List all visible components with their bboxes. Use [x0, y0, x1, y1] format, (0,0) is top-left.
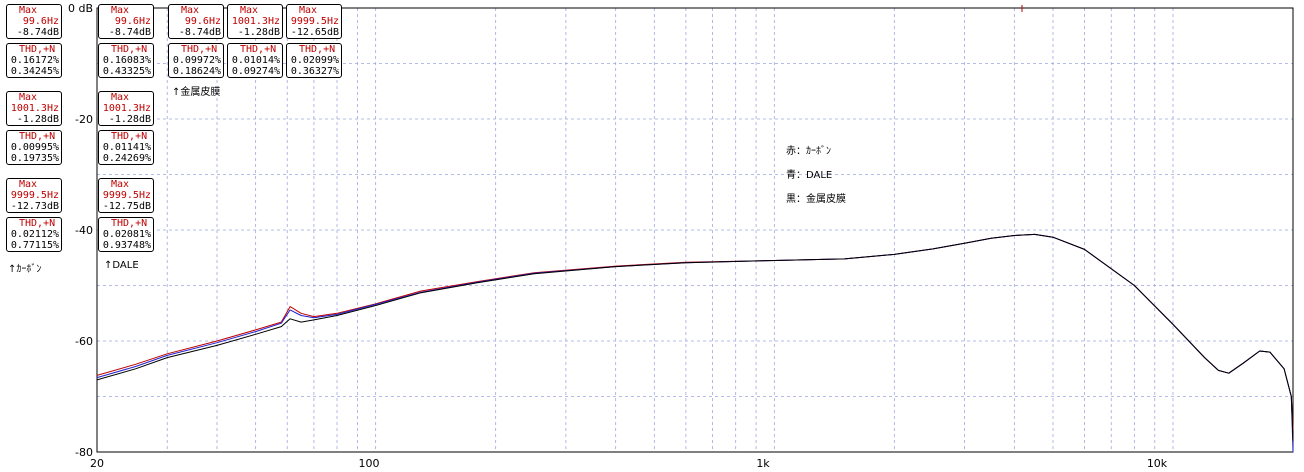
- metal-max-1khz-box: Max 1001.3Hz -1.28dB: [227, 4, 283, 39]
- dale-thd-100hz-box: THD,+N 0.16083% 0.43325%: [98, 43, 154, 78]
- box-value: 0.36327%: [290, 66, 339, 77]
- legend-entry-metal: 黒：金属皮膜: [786, 194, 846, 205]
- box-header: Max: [111, 5, 130, 16]
- series-layer: [96, 233, 1294, 453]
- box-value: -1.28dB: [237, 27, 280, 38]
- carbon-thd-1khz-box: THD,+N 0.00995% 0.19735%: [6, 130, 62, 165]
- box-value: 9999.5Hz: [290, 16, 339, 27]
- box-value: 0.01014%: [231, 55, 280, 66]
- box-value: 0.24269%: [102, 153, 151, 164]
- box-header: THD,+N: [19, 44, 56, 55]
- metal-max-10khz-box: Max 9999.5Hz -12.65dB: [286, 4, 342, 39]
- box-value: 99.6Hz: [114, 16, 151, 27]
- box-header: Max: [181, 5, 200, 16]
- box-value: 0.02081%: [102, 229, 151, 240]
- box-value: 9999.5Hz: [102, 190, 151, 201]
- box-value: 0.00995%: [10, 142, 59, 153]
- box-value: -8.74dB: [178, 27, 221, 38]
- box-value: 0.01141%: [102, 142, 151, 153]
- box-value: -12.73dB: [10, 201, 59, 212]
- box-value: -12.65dB: [290, 27, 339, 38]
- box-header: THD,+N: [19, 131, 56, 142]
- box-value: -8.74dB: [16, 27, 59, 38]
- box-value: 0.77115%: [10, 240, 59, 251]
- dale-max-100hz-box: Max 99.6Hz -8.74dB: [98, 4, 154, 39]
- metal-thd-100hz-box: THD,+N 0.09972% 0.18624%: [168, 43, 224, 78]
- box-value: 1001.3Hz: [102, 103, 151, 114]
- box-header: Max: [19, 92, 38, 103]
- series-line-1: [96, 233, 1294, 453]
- box-header: THD,+N: [240, 44, 277, 55]
- dale-thd-10khz-box: THD,+N 0.02081% 0.93748%: [98, 217, 154, 252]
- y-tick-label: -60: [75, 335, 93, 348]
- box-header: Max: [240, 5, 259, 16]
- box-value: -1.28dB: [16, 114, 59, 125]
- metal-thd-1khz-box: THD,+N 0.01014% 0.09274%: [227, 43, 283, 78]
- carbon-thd-10khz-box: THD,+N 0.02112% 0.77115%: [6, 217, 62, 252]
- carbon-max-1khz-box: Max 1001.3Hz -1.28dB: [6, 91, 62, 126]
- carbon-max-100hz-box: Max 99.6Hz -8.74dB: [6, 4, 62, 39]
- box-value: 99.6Hz: [22, 16, 59, 27]
- box-value: 1001.3Hz: [10, 103, 59, 114]
- legend-entry-dale: 青：DALE: [786, 170, 833, 181]
- box-header: Max: [299, 5, 318, 16]
- legend-entry-carbon: 赤：ｶｰﾎﾞﾝ: [786, 146, 831, 157]
- box-header: Max: [111, 179, 130, 190]
- box-value: 0.34245%: [10, 66, 59, 77]
- y-tick-label: 0 dB: [68, 2, 93, 15]
- x-tick-label: 10k: [1147, 457, 1168, 470]
- carbon-thd-100hz-box: THD,+N 0.16172% 0.34245%: [6, 43, 62, 78]
- box-value: 0.02099%: [290, 55, 339, 66]
- carbon-caption: ↑ｶｰﾎﾞﾝ: [8, 264, 42, 275]
- y-tick-label: -40: [75, 224, 93, 237]
- box-value: 99.6Hz: [184, 16, 221, 27]
- box-value: 1001.3Hz: [231, 16, 280, 27]
- carbon-max-10khz-box: Max 9999.5Hz -12.73dB: [6, 178, 62, 213]
- metal-max-100hz-box: Max 99.6Hz -8.74dB: [168, 4, 224, 39]
- box-header: Max: [19, 5, 38, 16]
- box-header: THD,+N: [111, 44, 148, 55]
- box-header: Max: [111, 92, 130, 103]
- box-value: 0.02112%: [10, 229, 59, 240]
- metal-thd-10khz-box: THD,+N 0.02099% 0.36327%: [286, 43, 342, 78]
- box-value: 0.09274%: [231, 66, 280, 77]
- y-tick-label: -20: [75, 113, 93, 126]
- box-header: THD,+N: [19, 218, 56, 229]
- box-value: 0.09972%: [172, 55, 221, 66]
- box-value: 0.16172%: [10, 55, 59, 66]
- box-value: 0.93748%: [102, 240, 151, 251]
- box-value: 0.19735%: [10, 153, 59, 164]
- metal-caption: ↑金属皮膜: [172, 87, 221, 98]
- dale-max-10khz-box: Max 9999.5Hz -12.75dB: [98, 178, 154, 213]
- x-tick-label: 20: [90, 457, 104, 470]
- box-value: 9999.5Hz: [10, 190, 59, 201]
- series-line-0: [96, 233, 1294, 430]
- box-header: THD,+N: [299, 44, 336, 55]
- x-tick-label: 100: [359, 457, 380, 470]
- series-line-2: [96, 233, 1294, 441]
- box-value: -12.75dB: [102, 201, 151, 212]
- box-value: 0.16083%: [102, 55, 151, 66]
- box-header: THD,+N: [111, 131, 148, 142]
- box-value: -1.28dB: [108, 114, 151, 125]
- box-header: THD,+N: [111, 218, 148, 229]
- dale-max-1khz-box: Max 1001.3Hz -1.28dB: [98, 91, 154, 126]
- dale-thd-1khz-box: THD,+N 0.01141% 0.24269%: [98, 130, 154, 165]
- box-value: -8.74dB: [108, 27, 151, 38]
- x-tick-label: 1k: [756, 457, 770, 470]
- dale-caption: ↑DALE: [104, 260, 139, 271]
- box-header: THD,+N: [181, 44, 218, 55]
- box-value: 0.18624%: [172, 66, 221, 77]
- box-value: 0.43325%: [102, 66, 151, 77]
- box-header: Max: [19, 179, 38, 190]
